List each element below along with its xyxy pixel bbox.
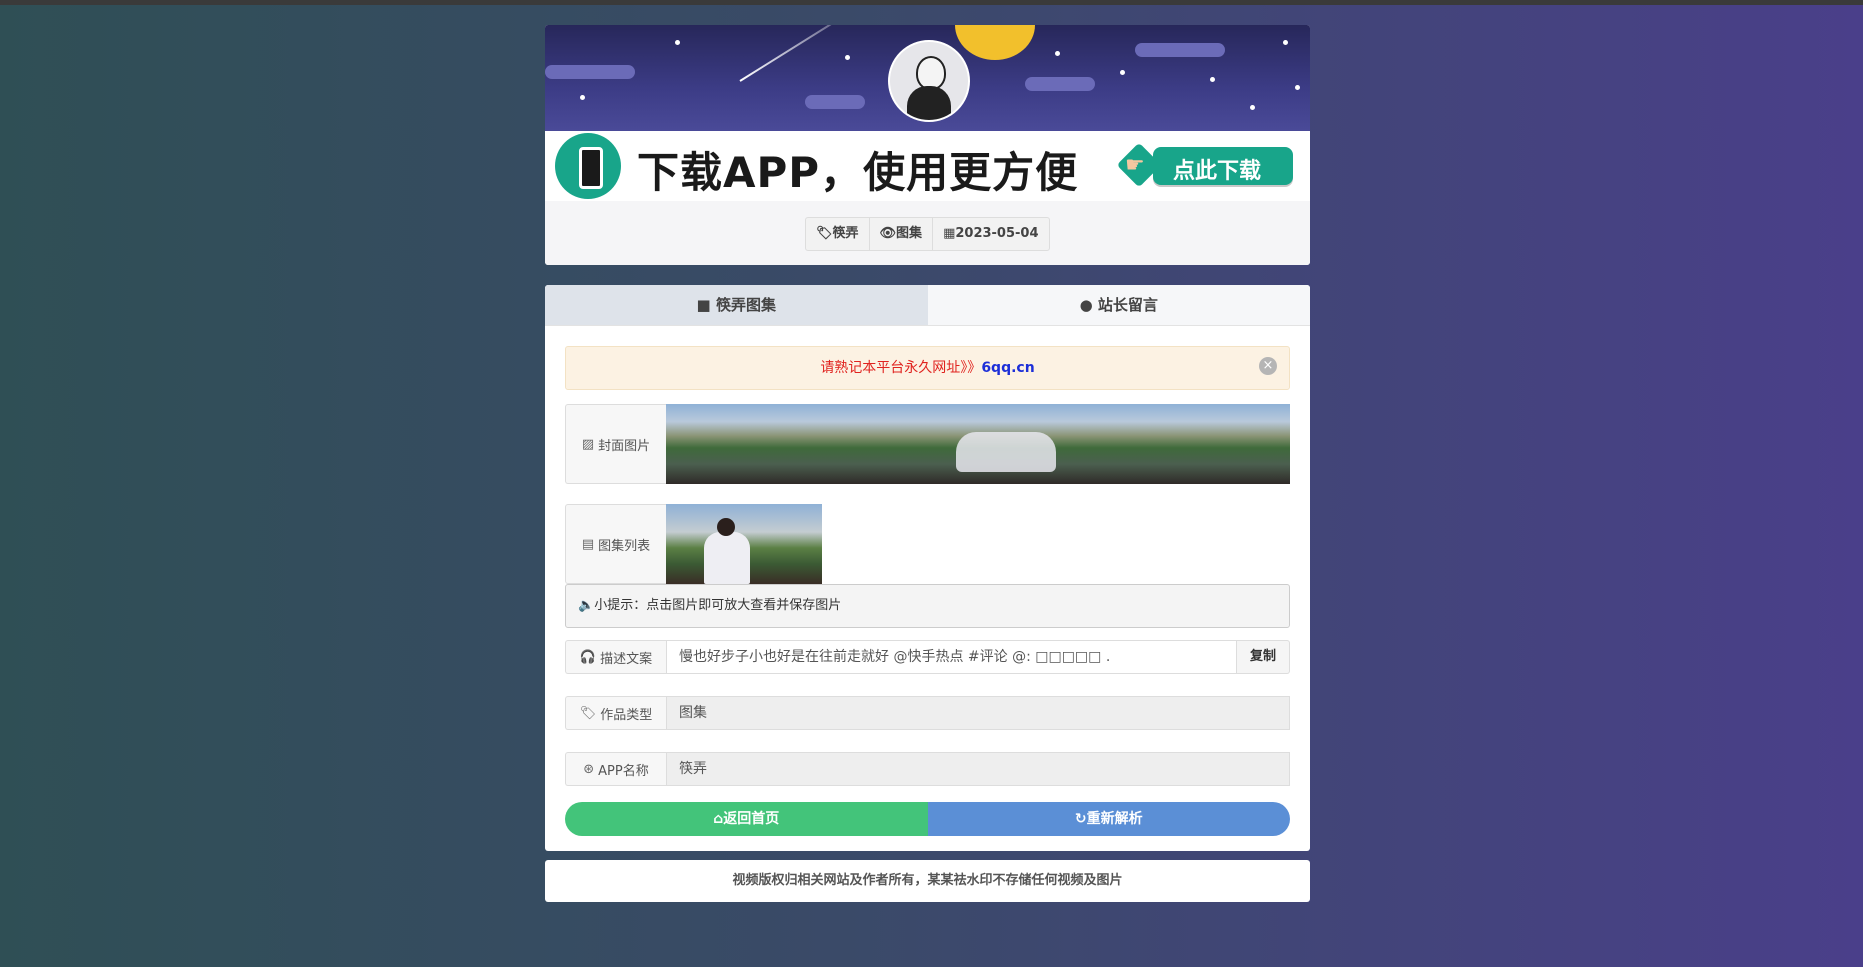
app-download-banner[interactable]: 下载APP，使用更方便 点此下载 ☛	[545, 131, 1310, 201]
main-panel: ■ 筷弄图集 ● 站长留言 请熟记本平台永久网址》》6qq.cn × ▨ 封面图片…	[545, 285, 1310, 851]
notice-arrows: 》》	[960, 360, 982, 376]
notice-alert: 请熟记本平台永久网址》》6qq.cn ×	[565, 346, 1290, 390]
app-banner-text: 下载APP，使用更方便	[637, 148, 1079, 197]
app-field[interactable]: 筷弄	[666, 752, 1290, 786]
tag-icon: 🏷	[816, 226, 833, 241]
desc-field[interactable]: 慢也好步子小也好是在往前走就好 @快手热点 #评论 @: □□□□□ .	[666, 640, 1237, 674]
avatar-head	[916, 56, 946, 90]
gallery-label: ▤ 图集列表	[565, 504, 666, 584]
gallery-thumbnail[interactable]	[666, 504, 822, 584]
meta-tags-area: 🏷筷弄 👁图集 ▦2023-05-04	[545, 201, 1310, 265]
download-app-button[interactable]: 点此下载 ☛	[1115, 141, 1295, 189]
home-button[interactable]: ⌂返回首页	[565, 802, 928, 836]
type-field[interactable]: 图集	[666, 696, 1290, 730]
cover-image[interactable]	[666, 404, 1290, 484]
meta-tag-date: ▦2023-05-04	[943, 226, 1039, 241]
page-container: 下载APP，使用更方便 点此下载 ☛ 🏷筷弄 👁图集 ▦2023-05-04 ■…	[545, 25, 1310, 902]
star-graphic	[1295, 85, 1300, 90]
hand-pointer-icon: ☛	[1125, 153, 1145, 178]
volume-icon: 🔈	[578, 598, 595, 613]
desc-row: 🎧 描述文案 慢也好步子小也好是在往前走就好 @快手热点 #评论 @: □□□□□…	[565, 640, 1290, 674]
meta-tag-author: 🏷筷弄	[806, 218, 870, 250]
image-icon: ▨	[581, 436, 595, 452]
star-graphic	[1055, 51, 1060, 56]
avatar	[888, 40, 970, 122]
avatar-body	[907, 86, 951, 120]
action-buttons: ⌂返回首页 ↻重新解析	[565, 802, 1290, 836]
download-button-label: 点此下载	[1173, 159, 1262, 184]
reparse-button[interactable]: ↻重新解析	[927, 802, 1290, 836]
moon-graphic	[955, 25, 1035, 60]
cloud-graphic	[805, 95, 865, 109]
tab-messages[interactable]: ● 站长留言	[927, 285, 1310, 325]
notice-text: 请熟记本平台永久网址	[820, 360, 961, 376]
refresh-icon: ↻	[1074, 811, 1087, 827]
cloud-graphic	[545, 65, 635, 79]
phone-icon	[555, 133, 621, 199]
star-graphic	[1250, 105, 1255, 110]
meteor-graphic	[739, 25, 877, 82]
headphones-icon: 🎧	[579, 649, 597, 665]
home-icon: ⌂	[713, 811, 724, 827]
type-label: 🏷 作品类型	[565, 696, 666, 730]
app-icon: ⊛	[583, 761, 595, 777]
star-graphic	[845, 55, 850, 60]
tab-content: 请熟记本平台永久网址》》6qq.cn × ▨ 封面图片 ▤ 图集列表 🔈小提示：点击…	[545, 326, 1310, 851]
star-graphic	[1120, 70, 1125, 75]
tab-bar: ■ 筷弄图集 ● 站长留言	[545, 285, 1310, 326]
cover-label: ▨ 封面图片	[565, 404, 666, 484]
star-graphic	[580, 95, 585, 100]
header-card: 下载APP，使用更方便 点此下载 ☛ 🏷筷弄 👁图集 ▦2023-05-04	[545, 25, 1310, 265]
meta-tag-type: 👁图集	[870, 218, 934, 250]
app-row: ⊛ APP名称 筷弄	[565, 752, 1290, 786]
tag-icon: 🏷	[579, 705, 597, 721]
tab-gallery[interactable]: ■ 筷弄图集	[545, 285, 928, 325]
images-icon: ▤	[581, 536, 595, 552]
footer-notice: 视频版权归相关网站及作者所有，某某祛水印不存储任何视频及图片	[545, 860, 1310, 902]
video-icon: ■	[696, 296, 711, 314]
cloud-graphic	[1025, 77, 1095, 91]
notice-url[interactable]: 6qq.cn	[981, 360, 1034, 376]
cover-row: ▨ 封面图片	[565, 404, 1290, 484]
comment-icon: ●	[1079, 296, 1093, 314]
type-row: 🏷 作品类型 图集	[565, 696, 1290, 730]
meta-tags: 🏷筷弄 👁图集 ▦2023-05-04	[805, 217, 1050, 251]
header-banner	[545, 25, 1310, 131]
cloud-graphic	[1135, 43, 1225, 57]
copy-button[interactable]: 复制	[1237, 640, 1290, 674]
calendar-icon: ▦	[943, 226, 956, 241]
top-border	[0, 0, 1863, 5]
app-label: ⊛ APP名称	[565, 752, 666, 786]
eye-icon: 👁	[879, 226, 897, 241]
tip-box: 🔈小提示：点击图片即可放大查看并保存图片	[565, 584, 1290, 628]
star-graphic	[675, 40, 680, 45]
star-graphic	[1210, 77, 1215, 82]
gallery-row: ▤ 图集列表	[565, 504, 1290, 584]
close-icon[interactable]: ×	[1259, 357, 1277, 375]
star-graphic	[1283, 40, 1288, 45]
desc-label: 🎧 描述文案	[565, 640, 666, 674]
